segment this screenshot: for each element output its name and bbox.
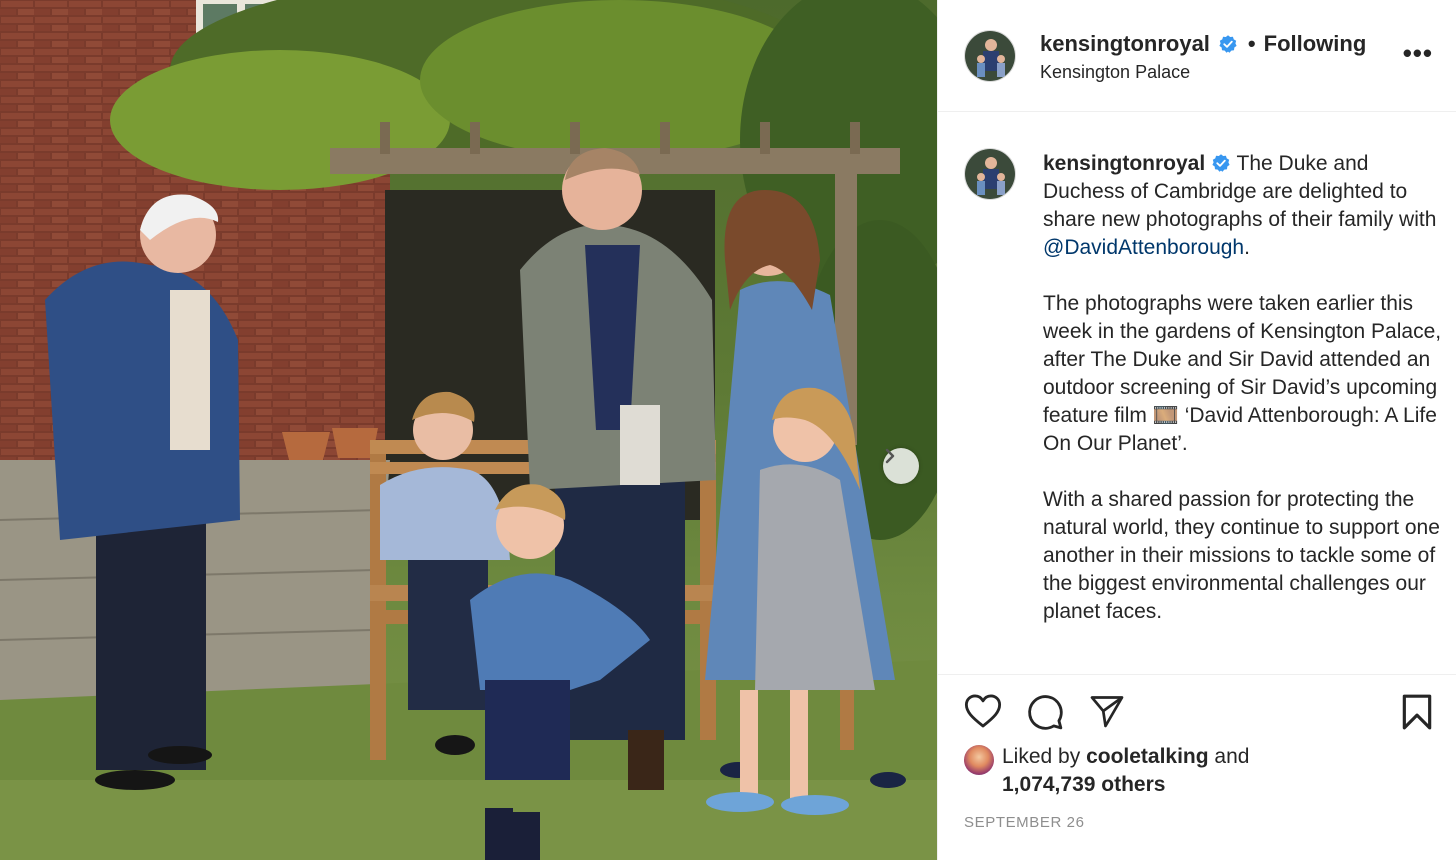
caption-avatar[interactable] xyxy=(964,148,1016,200)
comment-icon[interactable] xyxy=(1026,693,1064,731)
liker-avatar[interactable] xyxy=(964,745,994,775)
caption-paragraph-1: kensingtonroyal The Duke and Duchess of … xyxy=(1043,150,1445,262)
heart-icon[interactable] xyxy=(964,693,1002,729)
mention-link[interactable]: @DavidAttenborough xyxy=(1043,236,1244,259)
caption-section: kensingtonroyal The Duke and Duchess of … xyxy=(938,112,1456,674)
actions-section: Liked by cooletalking and 1,074,739 othe… xyxy=(938,674,1456,860)
chevron-right-icon xyxy=(885,448,895,464)
likes-text: Liked by cooletalking and 1,074,739 othe… xyxy=(1002,743,1249,799)
avatar-image xyxy=(965,31,1015,81)
follow-separator: • xyxy=(1247,31,1256,56)
header-username[interactable]: kensingtonroyal xyxy=(1040,31,1210,57)
bookmark-icon[interactable] xyxy=(1400,693,1434,731)
paper-plane-icon[interactable] xyxy=(1088,693,1126,729)
more-options-icon[interactable]: ••• xyxy=(1403,38,1433,69)
likes-and: and xyxy=(1208,745,1250,768)
caption-username[interactable]: kensingtonroyal xyxy=(1043,152,1205,175)
location-link[interactable]: Kensington Palace xyxy=(1040,62,1190,83)
avatar-image xyxy=(965,149,1015,199)
header-user-line: kensingtonroyal • Following xyxy=(1040,31,1366,57)
likes-count[interactable]: 1,074,739 others xyxy=(1002,773,1165,796)
next-photo-button[interactable] xyxy=(883,448,919,484)
verified-badge-icon xyxy=(1219,35,1237,53)
likes-prefix: Liked by xyxy=(1002,745,1087,768)
caption-paragraph-2: The photographs were taken earlier this … xyxy=(1043,292,1442,455)
caption-text: kensingtonroyal The Duke and Duchess of … xyxy=(1043,150,1445,654)
following-button[interactable]: Following xyxy=(1264,31,1367,57)
post-date[interactable]: SEPTEMBER 26 xyxy=(964,814,1085,831)
verified-badge-icon xyxy=(1212,154,1230,172)
post-sidebar: kensingtonroyal • Following Kensington P… xyxy=(937,0,1456,860)
post-photo[interactable] xyxy=(0,0,937,860)
caption-line-1-end: . xyxy=(1244,236,1250,259)
profile-avatar[interactable] xyxy=(964,30,1016,82)
caption-paragraph-3: With a shared passion for protecting the… xyxy=(1043,488,1440,623)
photo-illustration xyxy=(0,0,937,860)
likes-row: Liked by cooletalking and 1,074,739 othe… xyxy=(964,743,1249,799)
liker-username[interactable]: cooletalking xyxy=(1086,745,1209,768)
post-header: kensingtonroyal • Following Kensington P… xyxy=(938,0,1456,112)
